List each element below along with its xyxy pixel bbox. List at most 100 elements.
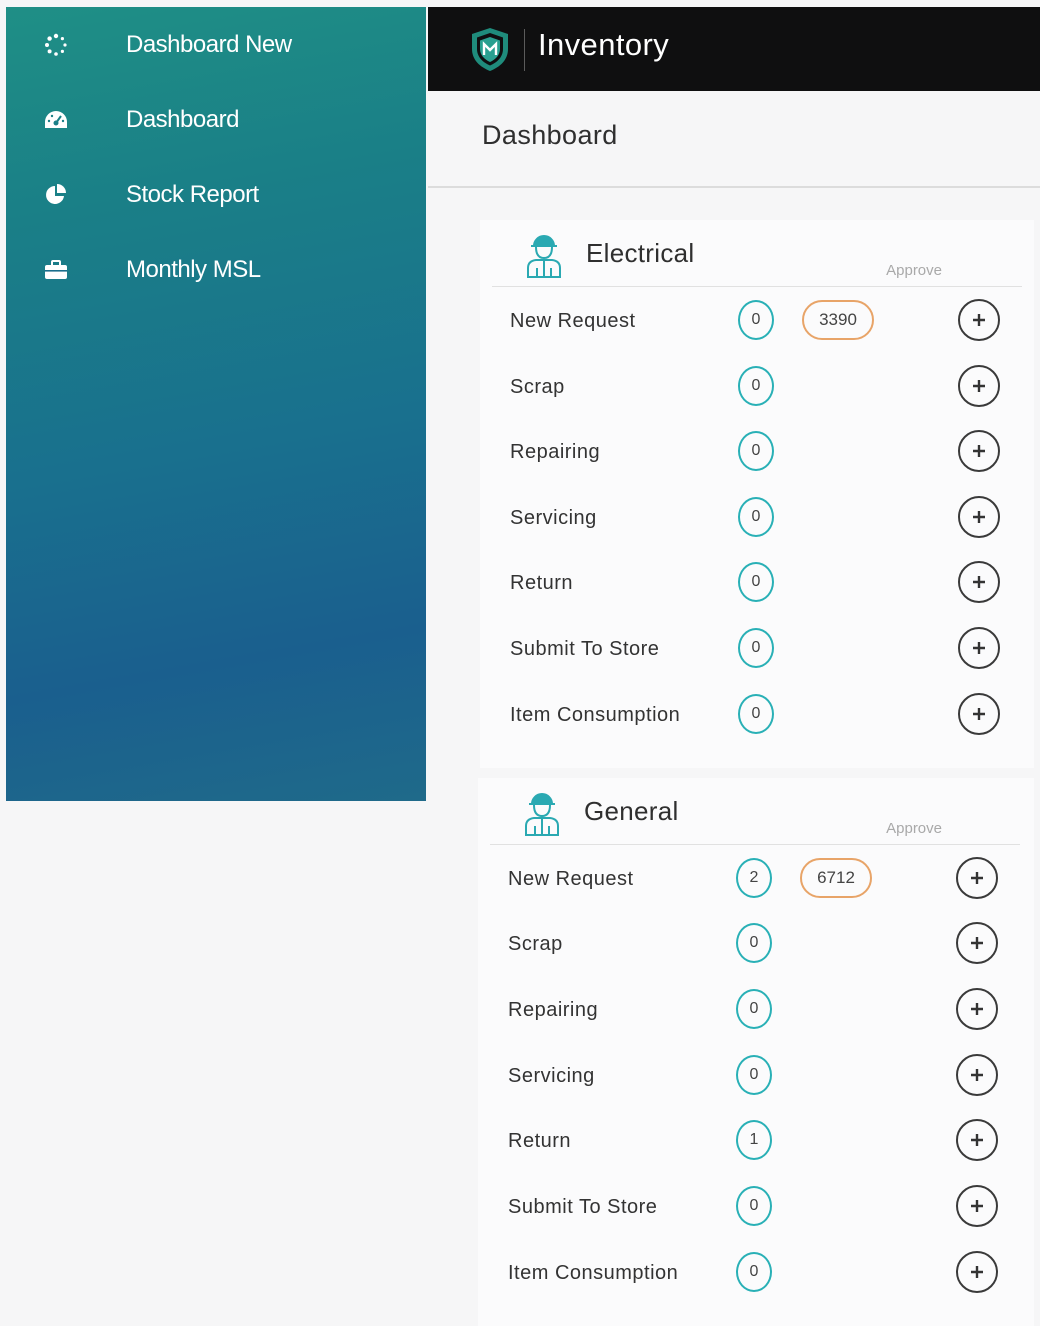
app-title: Inventory bbox=[538, 27, 670, 62]
plus-icon bbox=[973, 576, 985, 588]
add-button[interactable] bbox=[956, 1054, 998, 1096]
request-row-servicing: Servicing 0 bbox=[478, 1047, 1032, 1107]
request-row-return: Return 1 bbox=[478, 1112, 1032, 1172]
pie-chart-icon bbox=[42, 181, 70, 209]
sidebar-item-label: Dashboard New bbox=[126, 31, 292, 58]
general-card: General Approve New Request 2 6712 Scrap… bbox=[478, 778, 1034, 1326]
request-row-item-consumption: Item Consumption 0 bbox=[480, 686, 1034, 746]
count-badge[interactable]: 0 bbox=[738, 628, 774, 668]
request-row-repairing: Repairing 0 bbox=[478, 981, 1032, 1041]
request-row-new-request: New Request 2 6712 bbox=[478, 850, 1032, 910]
shield-logo-icon bbox=[466, 25, 514, 73]
card-title: General bbox=[584, 796, 679, 826]
plus-icon bbox=[971, 1266, 983, 1278]
count-badge[interactable]: 0 bbox=[736, 1186, 772, 1226]
divider bbox=[428, 186, 1040, 188]
row-label: New Request bbox=[510, 310, 636, 332]
plus-icon bbox=[971, 1200, 983, 1212]
divider bbox=[490, 844, 1020, 845]
add-button[interactable] bbox=[956, 1119, 998, 1161]
request-row-return: Return 0 bbox=[480, 554, 1034, 614]
count-badge[interactable]: 2 bbox=[736, 858, 772, 898]
row-label: Submit To Store bbox=[510, 638, 660, 660]
row-label: Servicing bbox=[508, 1065, 595, 1087]
sidebar: Dashboard New Dashboard Stock Report Mon… bbox=[6, 7, 426, 801]
sidebar-item-stock-report[interactable]: Stock Report bbox=[6, 170, 426, 220]
briefcase-icon bbox=[42, 256, 70, 284]
add-button[interactable] bbox=[958, 693, 1000, 735]
request-row-new-request: New Request 0 3390 bbox=[480, 292, 1034, 352]
count-badge[interactable]: 0 bbox=[736, 989, 772, 1029]
approve-column-label: Approve bbox=[886, 820, 942, 837]
electrical-card: Electrical Approve New Request 0 3390 Sc… bbox=[480, 220, 1034, 768]
sidebar-item-dashboard[interactable]: Dashboard bbox=[6, 95, 426, 145]
row-label: Scrap bbox=[510, 376, 565, 398]
request-row-item-consumption: Item Consumption 0 bbox=[478, 1244, 1032, 1304]
approve-count-badge[interactable]: 6712 bbox=[800, 858, 872, 898]
sidebar-item-label: Stock Report bbox=[126, 181, 259, 208]
page-title: Dashboard bbox=[482, 120, 618, 150]
add-button[interactable] bbox=[958, 365, 1000, 407]
tachometer-icon bbox=[42, 106, 70, 134]
sidebar-item-label: Dashboard bbox=[126, 106, 239, 133]
add-button[interactable] bbox=[956, 988, 998, 1030]
add-button[interactable] bbox=[958, 299, 1000, 341]
request-row-repairing: Repairing 0 bbox=[480, 423, 1034, 483]
count-badge[interactable]: 0 bbox=[738, 431, 774, 471]
plus-icon bbox=[973, 708, 985, 720]
divider bbox=[492, 286, 1022, 287]
count-badge[interactable]: 0 bbox=[736, 1055, 772, 1095]
sidebar-item-monthly-msl[interactable]: Monthly MSL bbox=[6, 245, 426, 295]
add-button[interactable] bbox=[958, 496, 1000, 538]
add-button[interactable] bbox=[956, 857, 998, 899]
plus-icon bbox=[973, 380, 985, 392]
row-label: New Request bbox=[508, 868, 634, 890]
count-badge[interactable]: 0 bbox=[736, 1252, 772, 1292]
request-row-scrap: Scrap 0 bbox=[478, 915, 1032, 975]
count-badge[interactable]: 0 bbox=[738, 366, 774, 406]
add-button[interactable] bbox=[956, 1251, 998, 1293]
add-button[interactable] bbox=[956, 922, 998, 964]
approve-count-badge[interactable]: 3390 bbox=[802, 300, 874, 340]
count-badge[interactable]: 0 bbox=[736, 923, 772, 963]
plus-icon bbox=[973, 314, 985, 326]
spinner-icon bbox=[42, 31, 70, 59]
request-row-submit-to-store: Submit To Store 0 bbox=[480, 620, 1034, 680]
plus-icon bbox=[971, 1003, 983, 1015]
plus-icon bbox=[973, 445, 985, 457]
row-label: Servicing bbox=[510, 507, 597, 529]
approve-column-label: Approve bbox=[886, 262, 942, 279]
worker-icon bbox=[524, 232, 564, 278]
plus-icon bbox=[971, 1134, 983, 1146]
row-label: Return bbox=[510, 572, 574, 594]
plus-icon bbox=[971, 1069, 983, 1081]
request-row-scrap: Scrap 0 bbox=[480, 358, 1034, 418]
add-button[interactable] bbox=[958, 627, 1000, 669]
top-bar: Inventory bbox=[428, 7, 1040, 91]
request-row-submit-to-store: Submit To Store 0 bbox=[478, 1178, 1032, 1238]
logo-divider bbox=[524, 29, 525, 71]
plus-icon bbox=[973, 642, 985, 654]
row-label: Scrap bbox=[508, 933, 563, 955]
count-badge[interactable]: 1 bbox=[736, 1120, 772, 1160]
plus-icon bbox=[971, 872, 983, 884]
request-row-servicing: Servicing 0 bbox=[480, 489, 1034, 549]
sidebar-item-dashboard-new[interactable]: Dashboard New bbox=[6, 20, 426, 70]
row-label: Item Consumption bbox=[510, 704, 681, 726]
add-button[interactable] bbox=[956, 1185, 998, 1227]
worker-icon bbox=[522, 790, 562, 836]
plus-icon bbox=[971, 937, 983, 949]
count-badge[interactable]: 0 bbox=[738, 694, 774, 734]
add-button[interactable] bbox=[958, 561, 1000, 603]
count-badge[interactable]: 0 bbox=[738, 562, 774, 602]
count-badge[interactable]: 0 bbox=[738, 300, 774, 340]
row-label: Item Consumption bbox=[508, 1262, 679, 1284]
row-label: Repairing bbox=[508, 999, 599, 1021]
card-title: Electrical bbox=[586, 238, 695, 268]
count-badge[interactable]: 0 bbox=[738, 497, 774, 537]
sidebar-item-label: Monthly MSL bbox=[126, 256, 261, 283]
add-button[interactable] bbox=[958, 430, 1000, 472]
row-label: Submit To Store bbox=[508, 1196, 658, 1218]
plus-icon bbox=[973, 511, 985, 523]
row-label: Repairing bbox=[510, 441, 601, 463]
